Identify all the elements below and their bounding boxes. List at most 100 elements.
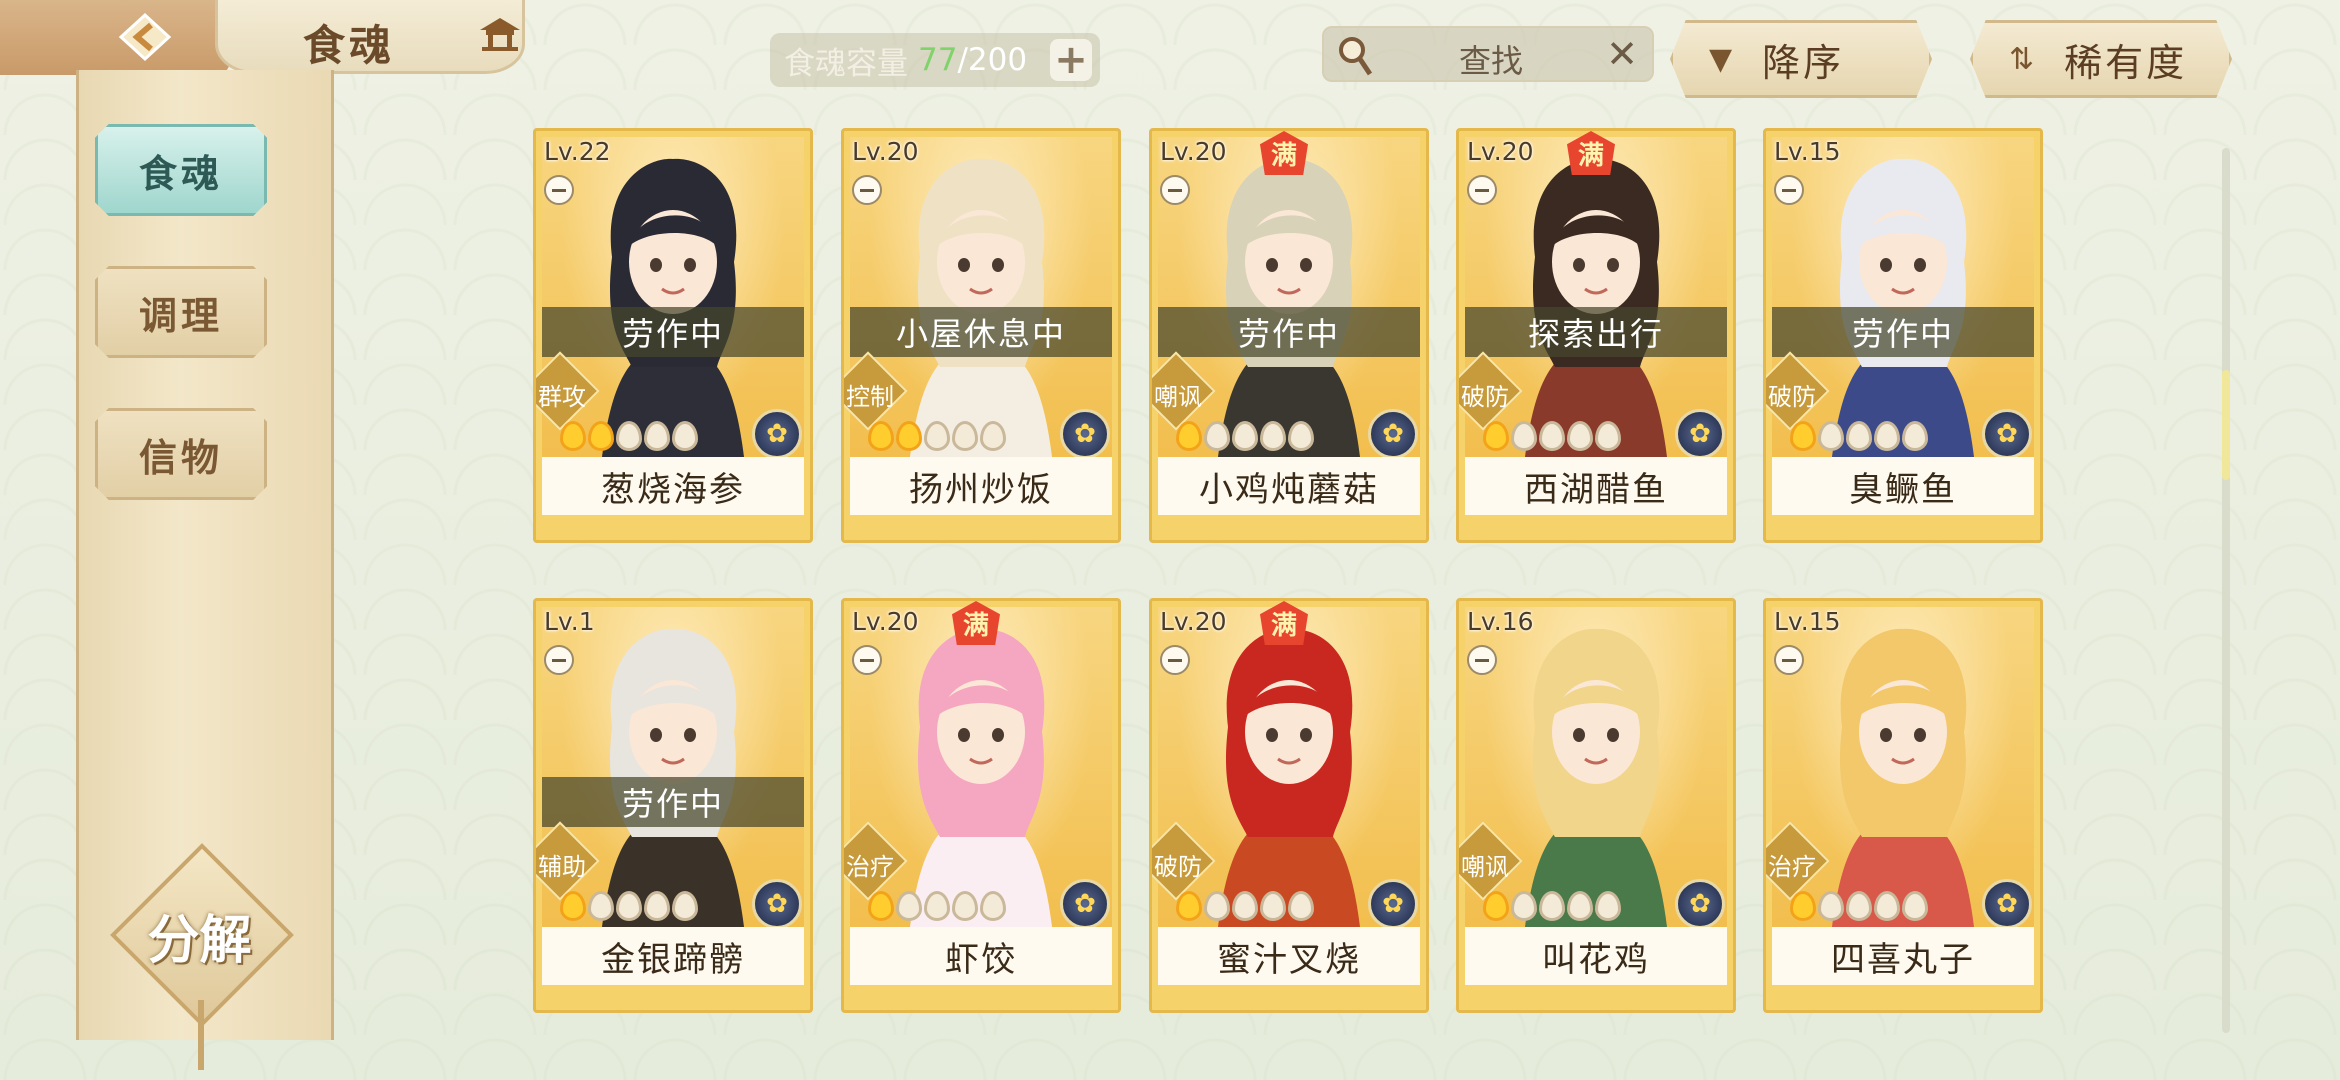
element-flower-icon: ✿ <box>1368 879 1418 929</box>
back-button[interactable] <box>110 8 180 66</box>
triangle-down-icon: ▼ <box>1709 41 1733 77</box>
tab-cooking[interactable]: 调理 <box>95 266 267 358</box>
star-flame-icon <box>980 421 1006 451</box>
star-flame-icon <box>1902 891 1928 921</box>
star-flame-icon <box>560 891 586 921</box>
status-banner: 小屋休息中 <box>850 307 1112 357</box>
element-flower-icon: ✿ <box>1675 409 1725 459</box>
star-flame-icon <box>952 421 978 451</box>
food-soul-card[interactable]: Lv.15 治疗 ✿ 四喜丸子 <box>1763 598 2043 1013</box>
clear-search-icon[interactable]: ✕ <box>1606 32 1638 76</box>
role-label: 治疗 <box>846 853 894 881</box>
food-soul-card[interactable]: Lv.20 满 劳作中 嘲讽 ✿ 小鸡炖蘑菇 <box>1149 128 1429 543</box>
role-label: 控制 <box>846 383 894 411</box>
level-label: Lv.20 <box>1467 137 1534 166</box>
star-flame-icon <box>924 421 950 451</box>
bowl-icon <box>852 645 882 675</box>
status-banner: 探索出行 <box>1465 307 1727 357</box>
bowl-icon <box>1467 645 1497 675</box>
star-flame-icon <box>1595 421 1621 451</box>
star-rating <box>1483 421 1621 451</box>
level-label: Lv.15 <box>1774 607 1841 636</box>
food-soul-name: 叫花鸡 <box>1465 927 1727 985</box>
level-label: Lv.15 <box>1774 137 1841 166</box>
element-flower-icon: ✿ <box>1982 879 2032 929</box>
star-flame-icon <box>616 891 642 921</box>
food-soul-card[interactable]: Lv.20 满 探索出行 破防 ✿ 西湖醋鱼 <box>1456 128 1736 543</box>
level-label: Lv.16 <box>1467 607 1534 636</box>
capacity-current: 77 <box>918 42 958 78</box>
star-rating <box>560 891 698 921</box>
star-flame-icon <box>896 891 922 921</box>
star-rating <box>1176 891 1314 921</box>
star-flame-icon <box>1539 891 1565 921</box>
level-label: Lv.22 <box>544 137 611 166</box>
star-rating <box>1790 891 1928 921</box>
element-flower-icon: ✿ <box>752 409 802 459</box>
food-soul-name: 葱烧海参 <box>542 457 804 515</box>
star-flame-icon <box>1176 891 1202 921</box>
tassel-ornament <box>198 1000 204 1070</box>
food-soul-card[interactable]: Lv.20 满 治疗 ✿ 虾饺 <box>841 598 1121 1013</box>
role-label: 破防 <box>1154 853 1202 881</box>
star-flame-icon <box>1204 891 1230 921</box>
role-label: 群攻 <box>538 383 586 411</box>
decompose-label: 分解 <box>147 911 252 971</box>
star-rating <box>560 421 698 451</box>
scrollbar-track[interactable] <box>2222 148 2230 1033</box>
star-flame-icon <box>1232 421 1258 451</box>
sort-order-label: 降序 <box>1762 40 1845 85</box>
level-label: Lv.20 <box>1160 137 1227 166</box>
element-flower-icon: ✿ <box>1060 409 1110 459</box>
star-rating <box>1176 421 1314 451</box>
star-flame-icon <box>868 891 894 921</box>
swap-arrows-icon: ⇅ <box>2009 41 2035 77</box>
tab-tokens[interactable]: 信物 <box>95 408 267 500</box>
level-label: Lv.20 <box>1160 607 1227 636</box>
tab-food-souls[interactable]: 食魂 <box>95 124 267 216</box>
star-flame-icon <box>1874 891 1900 921</box>
tab-label: 食魂 <box>138 151 223 196</box>
star-flame-icon <box>644 891 670 921</box>
star-rating <box>868 421 1006 451</box>
star-flame-icon <box>1511 421 1537 451</box>
bowl-icon <box>852 175 882 205</box>
element-flower-icon: ✿ <box>1060 879 1110 929</box>
status-banner: 劳作中 <box>1772 307 2034 357</box>
bowl-icon <box>544 645 574 675</box>
bowl-icon <box>1774 175 1804 205</box>
status-banner: 劳作中 <box>1158 307 1420 357</box>
search-input[interactable]: 查找 ✕ <box>1322 26 1654 82</box>
level-label: Lv.20 <box>852 137 919 166</box>
food-soul-card[interactable]: Lv.15 劳作中 破防 ✿ 臭鳜鱼 <box>1763 128 2043 543</box>
bowl-icon <box>1160 175 1190 205</box>
star-flame-icon <box>588 421 614 451</box>
add-capacity-button[interactable]: + <box>1050 39 1092 81</box>
star-rating <box>1483 891 1621 921</box>
sort-order-button[interactable]: ▼ 降序 <box>1670 20 1932 98</box>
sort-field-button[interactable]: ⇅ 稀有度 <box>1970 20 2232 98</box>
status-banner: 劳作中 <box>542 777 804 827</box>
role-label: 辅助 <box>538 853 586 881</box>
level-label: Lv.1 <box>544 607 595 636</box>
level-label: Lv.20 <box>852 607 919 636</box>
food-soul-card[interactable]: Lv.1 劳作中 辅助 ✿ 金银蹄髈 <box>533 598 813 1013</box>
bowl-icon <box>544 175 574 205</box>
capacity-max: /200 <box>957 42 1028 78</box>
star-flame-icon <box>924 891 950 921</box>
star-flame-icon <box>1818 891 1844 921</box>
star-rating <box>1790 421 1928 451</box>
food-soul-card[interactable]: Lv.16 嘲讽 ✿ 叫花鸡 <box>1456 598 1736 1013</box>
star-flame-icon <box>1260 891 1286 921</box>
star-flame-icon <box>1595 891 1621 921</box>
food-soul-card[interactable]: Lv.20 小屋休息中 控制 ✿ 扬州炒饭 <box>841 128 1121 543</box>
star-flame-icon <box>1790 421 1816 451</box>
scrollbar-thumb[interactable] <box>2222 370 2230 480</box>
star-flame-icon <box>1204 421 1230 451</box>
sort-field-label: 稀有度 <box>2064 40 2188 85</box>
food-soul-card[interactable]: Lv.22 劳作中 群攻 ✿ 葱烧海参 <box>533 128 813 543</box>
bowl-icon <box>1467 175 1497 205</box>
role-label: 破防 <box>1768 383 1816 411</box>
food-soul-card[interactable]: Lv.20 满 破防 ✿ 蜜汁叉烧 <box>1149 598 1429 1013</box>
star-flame-icon <box>1846 891 1872 921</box>
